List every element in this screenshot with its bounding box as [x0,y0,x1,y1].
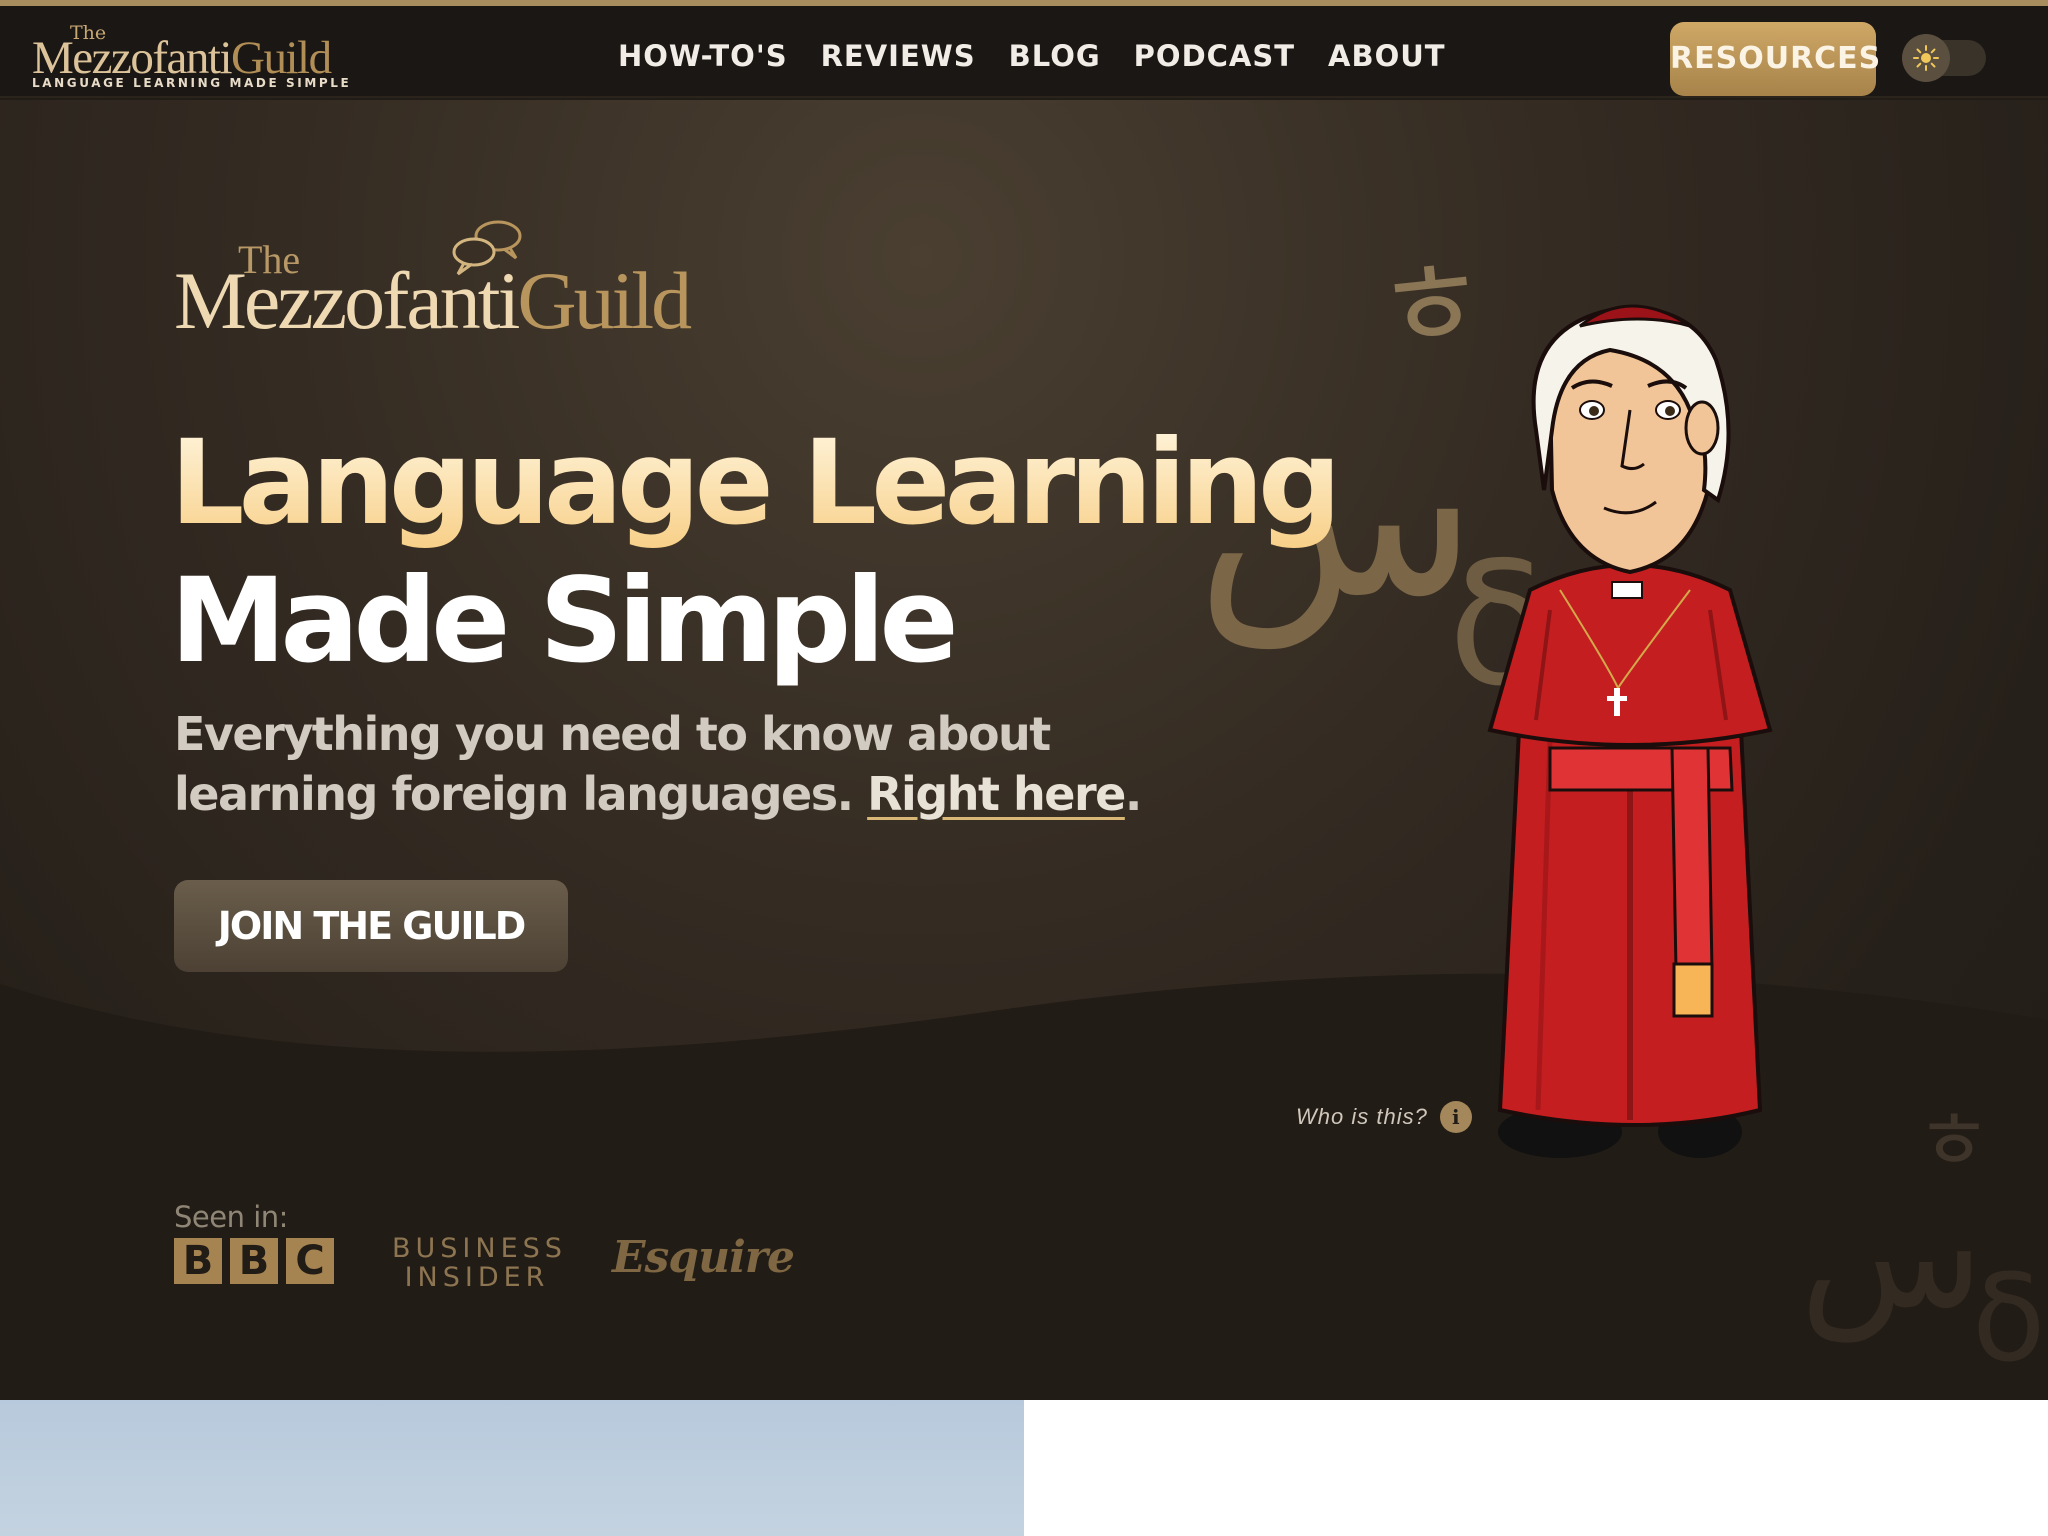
hero-logo-guild: Guild [517,255,692,346]
business-insider-line1: BUSINESS [392,1233,567,1264]
hero-section: ㅎ س δ ㅎ س δ The MezzofantiGuild Language… [0,100,2048,1400]
cardinal-mezzofanti-illustration [1487,304,1773,1158]
bbc-letter: B [230,1238,278,1284]
sun-icon [1913,45,1939,71]
seen-in-label: Seen in: [174,1200,288,1234]
right-here-link[interactable]: Right here [867,767,1126,821]
hero-headline-line2: Made Simple [170,552,959,689]
glyph-greek-small: δ [1972,1250,2046,1389]
business-insider-line2: INSIDER [404,1262,550,1293]
hero-subtitle-period: . [1124,767,1142,821]
site-logo[interactable]: The MezzofantiGuild LANGUAGE LEARNING MA… [32,22,349,90]
next-section-panel [1024,1400,2048,1536]
bbc-logo: B B C [174,1238,334,1284]
resources-button[interactable]: RESOURCES [1670,22,1880,96]
nav-item-reviews[interactable]: REVIEWS [821,32,976,80]
hero-logo: The MezzofantiGuild [174,218,694,346]
main-menu: HOW-TO'S REVIEWS BLOG PODCAST ABOUT [618,32,1446,80]
hero-subtitle: Everything you need to know about learni… [174,704,1174,824]
theme-toggle[interactable] [1902,34,1986,82]
nav-item-blog[interactable]: BLOG [1009,32,1101,80]
section-image-sky [0,1400,1024,1536]
who-is-this-label: Who is this? [1296,1104,1428,1129]
top-navigation: The MezzofantiGuild LANGUAGE LEARNING MA… [0,6,2048,98]
nav-item-podcast[interactable]: PODCAST [1134,32,1295,80]
bbc-letter: B [174,1238,222,1284]
logo-tagline: LANGUAGE LEARNING MADE SIMPLE [32,76,352,90]
hero-logo-wordmark: MezzofantiGuild [174,254,692,348]
nav-item-about[interactable]: ABOUT [1328,32,1446,80]
hero-headline-line1: Language Learning [170,414,1342,551]
hero-logo-mezzofanti: Mezzofanti [174,255,520,346]
join-the-guild-button[interactable]: JOIN THE GUILD [174,880,568,972]
nav-item-how-tos[interactable]: HOW-TO'S [618,32,788,80]
toggle-knob [1902,34,1950,82]
esquire-logo: Esquire [612,1232,795,1283]
bbc-letter: C [286,1238,334,1284]
glyph-arabic-small: س [1800,1168,1984,1342]
business-insider-logo: BUSINESS INSIDER [392,1234,562,1292]
